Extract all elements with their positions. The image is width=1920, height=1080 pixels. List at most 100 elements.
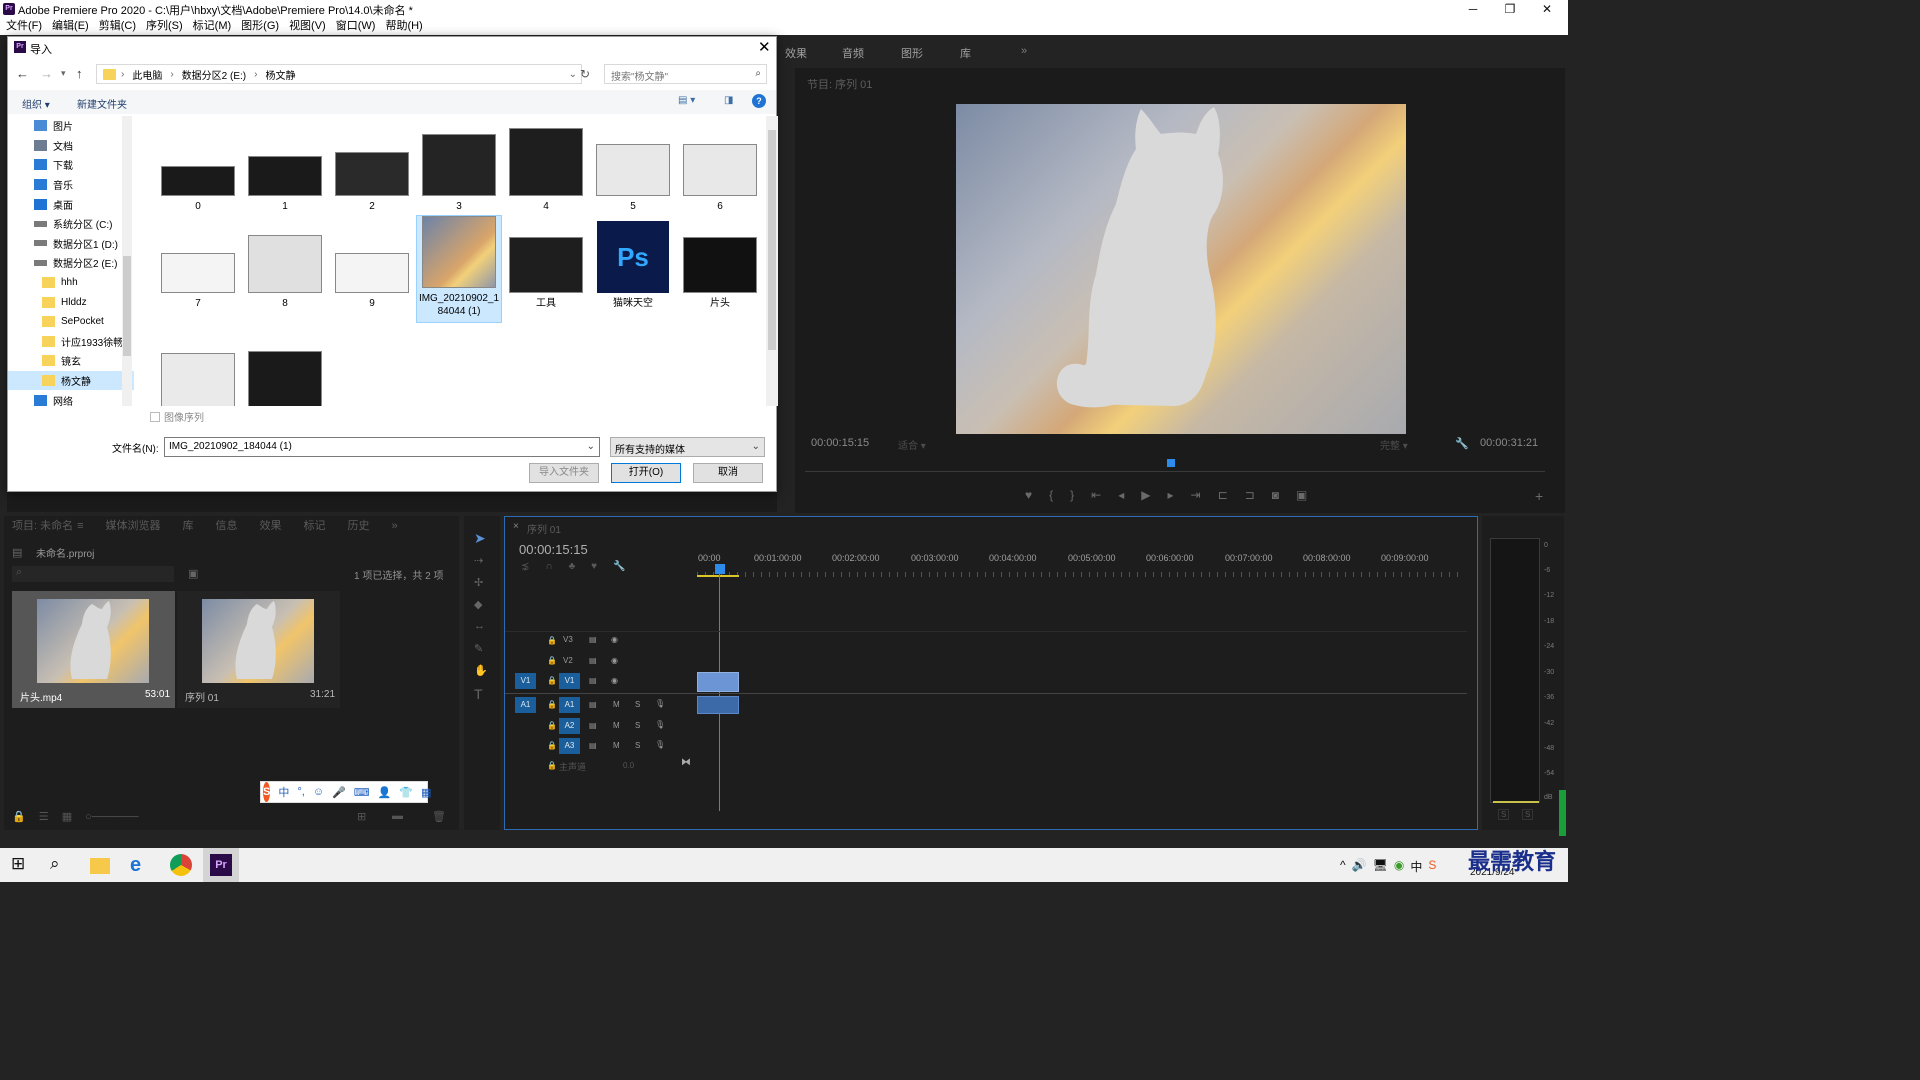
menu-view[interactable]: 视图(V) — [289, 18, 326, 35]
new-folder-button[interactable]: 新建文件夹 — [77, 96, 127, 111]
image-sequence-option[interactable]: 图像序列 — [150, 409, 204, 424]
trash-icon[interactable]: 🗑 — [432, 810, 446, 823]
menu-sequence[interactable]: 序列(S) — [146, 18, 183, 35]
tabs-overflow[interactable]: » — [392, 516, 398, 536]
solo-button[interactable]: S — [635, 741, 640, 750]
selection-tool-icon[interactable]: ➤ — [474, 530, 486, 547]
razor-tool-icon[interactable]: ◆ — [474, 598, 482, 611]
type-tool-icon[interactable]: T — [474, 686, 483, 702]
go-to-in-icon[interactable]: ⇤ — [1091, 488, 1101, 502]
network-icon[interactable]: 🖥 — [1373, 858, 1388, 875]
master-volume-value[interactable]: 0.0 — [623, 761, 634, 770]
track-lock-icon[interactable]: 🔒 — [547, 700, 557, 709]
slip-tool-icon[interactable]: ↔ — [474, 620, 485, 632]
nav-item[interactable]: 计应1933徐畅 — [8, 332, 134, 352]
mute-button[interactable]: M — [613, 700, 620, 709]
tab-history[interactable]: 历史 — [348, 516, 370, 536]
workspace-overflow-button[interactable]: » — [1021, 45, 1027, 57]
nav-item[interactable]: Hlddz — [8, 292, 134, 312]
mute-button[interactable]: M — [613, 721, 620, 730]
tab-markers[interactable]: 标记 — [304, 516, 326, 536]
menu-help[interactable]: 帮助(H) — [385, 18, 422, 35]
file-item[interactable] — [242, 341, 328, 406]
time-ruler[interactable]: 00:00 00:01:00:00 00:02:00:00 00:03:00:0… — [697, 550, 1467, 580]
tab-info[interactable]: 信息 — [216, 516, 238, 536]
tab-libraries[interactable]: 库 — [183, 516, 194, 536]
file-item[interactable] — [155, 341, 241, 406]
solo-left-button[interactable]: S — [1498, 809, 1510, 820]
solo-button[interactable]: S — [635, 721, 640, 730]
project-menu-icon[interactable]: ≡ — [77, 516, 83, 536]
ripple-edit-tool-icon[interactable]: ✢ — [474, 576, 483, 589]
scroll-thumb[interactable] — [768, 130, 776, 350]
add-marker-icon[interactable]: ♥ — [1025, 488, 1032, 502]
track-lock-icon[interactable]: 🔒 — [547, 741, 557, 750]
workspace-tab-effects[interactable]: 效果 — [785, 45, 807, 61]
nav-item[interactable]: 杨文静 — [8, 370, 134, 391]
organize-button[interactable]: 组织 ▾ — [22, 96, 50, 111]
wrench-icon[interactable]: 🔧 — [1455, 437, 1469, 450]
menu-graphics[interactable]: 图形(G) — [241, 18, 279, 35]
up-arrow-icon[interactable]: ↑ — [76, 66, 83, 81]
track-target-a1[interactable]: A1 — [559, 697, 580, 713]
mark-in-icon[interactable]: { — [1049, 488, 1053, 502]
volume-icon[interactable]: 🔊 — [1352, 858, 1367, 875]
refresh-icon[interactable]: ↻ — [580, 67, 590, 81]
import-folder-button[interactable]: 导入文件夹 — [529, 463, 599, 483]
sogou-logo-icon[interactable]: S — [263, 782, 271, 802]
tab-media-browser[interactable]: 媒体浏览器 — [106, 516, 161, 536]
ime-mode-button[interactable]: 中 — [278, 784, 289, 800]
preview-pane-icon[interactable]: ◨ — [724, 95, 733, 106]
track-target-a2[interactable]: A2 — [559, 718, 580, 734]
timeline-tab[interactable]: 序列 01 — [527, 521, 561, 536]
menu-window[interactable]: 窗口(W) — [336, 18, 376, 35]
lock-icon[interactable]: 🔒 — [12, 811, 26, 823]
forward-arrow-icon[interactable]: → — [40, 66, 53, 81]
mark-out-icon[interactable]: } — [1070, 488, 1074, 502]
program-playhead[interactable] — [1167, 459, 1175, 467]
file-item[interactable]: 7 — [155, 221, 241, 329]
add-marker-icon[interactable]: ♣ — [569, 561, 576, 572]
tab-effects[interactable]: 效果 — [260, 516, 282, 536]
premiere-taskbar-icon[interactable]: Pr — [210, 854, 232, 876]
file-explorer-icon[interactable] — [90, 858, 110, 874]
file-item[interactable]: 1 — [242, 124, 328, 232]
nav-item[interactable]: 数据分区1 (D:) — [8, 234, 134, 254]
source-patch-v1[interactable]: V1 — [515, 673, 536, 689]
solo-right-button[interactable]: S — [1522, 809, 1534, 820]
track-target-a3[interactable]: A3 — [559, 738, 580, 754]
ime-punct-button[interactable]: °, — [297, 786, 304, 798]
dialog-close-icon[interactable]: ✕ — [758, 38, 771, 56]
new-item-icon[interactable]: ⊞ — [357, 810, 366, 823]
nav-scrollbar[interactable] — [122, 116, 132, 406]
track-lock-icon[interactable]: 🔒 — [547, 721, 557, 730]
windows-start-icon[interactable]: ⊞ — [11, 854, 33, 876]
sync-lock-icon[interactable]: ▤ — [589, 721, 597, 730]
sync-lock-icon[interactable]: ▤ — [589, 635, 597, 644]
project-item-sequence[interactable]: 序列 01 31:21 — [177, 591, 340, 708]
close-window-button[interactable]: ✕ — [1524, 0, 1570, 18]
eye-icon[interactable]: ◉ — [611, 635, 618, 644]
nav-item[interactable]: 下载 — [8, 155, 134, 175]
audio-clip[interactable] — [697, 696, 739, 714]
go-to-out-icon[interactable]: ⇥ — [1191, 488, 1201, 502]
nav-item[interactable]: 系统分区 (C:) — [8, 214, 134, 234]
recent-dropdown-icon[interactable]: ▾ — [61, 68, 66, 79]
project-search-input[interactable]: ⌕ — [12, 566, 174, 582]
fit-dropdown[interactable]: 适合 ▾ — [898, 437, 966, 452]
nav-item[interactable]: hhh — [8, 273, 134, 293]
file-scrollbar[interactable] — [766, 116, 778, 406]
source-patch-a1[interactable]: A1 — [515, 697, 536, 713]
pen-tool-icon[interactable]: ✎ — [474, 642, 483, 655]
workspace-tab-graphics[interactable]: 图形 — [901, 45, 923, 61]
snap-icon[interactable]: ⋨ — [521, 561, 529, 572]
sync-lock-icon[interactable]: ▤ — [589, 741, 597, 750]
program-current-timecode[interactable]: 00:00:15:15 — [811, 437, 869, 449]
track-lock-icon[interactable]: 🔒 — [547, 636, 557, 645]
sogou-tray-icon[interactable]: S — [1428, 858, 1436, 875]
settings-wrench-icon[interactable]: 🔧 — [613, 561, 625, 572]
search-input[interactable]: 搜索"杨文静" ⌕ — [604, 64, 767, 84]
nav-item[interactable]: 音乐 — [8, 175, 134, 195]
eye-icon[interactable]: ◉ — [611, 676, 618, 685]
step-back-icon[interactable]: ◂ — [1118, 488, 1124, 502]
